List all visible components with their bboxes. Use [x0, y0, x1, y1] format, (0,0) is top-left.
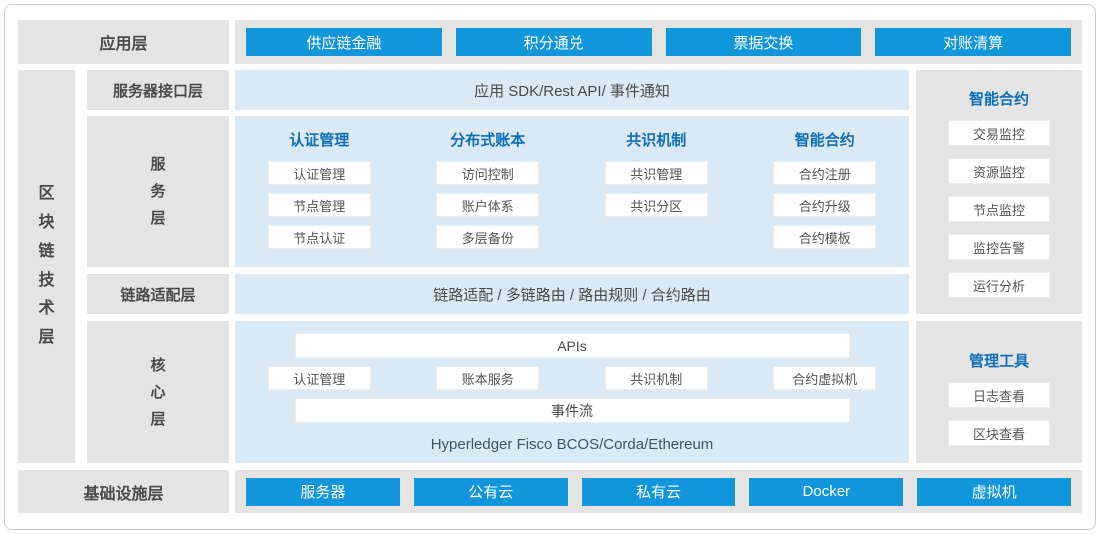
infrastructure-layer-label: 基础设施层 — [18, 470, 229, 513]
blockchain-tech-layer: 区块链技术层 服务器接口层 服务层 链路适配层 核心层 应用 SDK/Rest … — [18, 70, 1082, 463]
core-layer-panel: APIs 认证管理 账本服务 共识机制 合约虚拟机 事件流 Hyperledge… — [235, 321, 909, 463]
panel-item: 节点监控 — [948, 196, 1050, 222]
app-item-reconciliation-clearing: 对账清算 — [875, 28, 1071, 56]
service-item: 节点管理 — [268, 193, 371, 217]
app-item-points-exchange: 积分通兑 — [456, 28, 652, 56]
link-layer-label: 链路适配层 — [87, 274, 229, 314]
infra-item-docker: Docker — [749, 478, 903, 506]
diagram-frame: 应用层 供应链金融 积分通兑 票据交换 对账清算 区块链技术层 服务器接口层 服… — [4, 4, 1096, 530]
panel-item: 交易监控 — [948, 120, 1050, 146]
service-item: 共识管理 — [605, 161, 708, 185]
infra-item-server: 服务器 — [246, 478, 400, 506]
panel-item: 区块查看 — [948, 420, 1050, 446]
service-item: 节点认证 — [268, 225, 371, 249]
management-tools-panel: 管理工具 日志查看 区块查看 — [916, 321, 1082, 463]
smart-contract-panel: 智能合约 交易监控 资源监控 节点监控 监控告警 运行分析 — [916, 70, 1082, 314]
panel-item: 日志查看 — [948, 382, 1050, 408]
infra-item-private-cloud: 私有云 — [582, 478, 736, 506]
core-layer-label: 核心层 — [87, 321, 229, 463]
application-layer-label: 应用层 — [18, 20, 229, 64]
interface-layer-bar: 应用 SDK/Rest API/ 事件通知 — [235, 70, 909, 110]
application-layer-row: 应用层 供应链金融 积分通兑 票据交换 对账清算 — [18, 20, 1082, 64]
core-module: 认证管理 — [268, 366, 371, 390]
service-layer-label: 服务层 — [87, 116, 229, 267]
application-layer-strip: 供应链金融 积分通兑 票据交换 对账清算 — [235, 20, 1082, 64]
core-modules-row: 认证管理 账本服务 共识机制 合约虚拟机 — [235, 366, 909, 390]
core-platforms-text: Hyperledger Fisco BCOS/Corda/Ethereum — [431, 436, 714, 453]
service-item: 合约升级 — [773, 193, 876, 217]
service-item: 合约模板 — [773, 225, 876, 249]
service-item: 账户体系 — [436, 193, 539, 217]
service-item: 共识分区 — [605, 193, 708, 217]
infra-item-vm: 虚拟机 — [917, 478, 1071, 506]
service-column-auth: 认证管理 认证管理 节点管理 节点认证 — [235, 129, 404, 267]
infrastructure-layer-row: 基础设施层 服务器 公有云 私有云 Docker 虚拟机 — [18, 470, 1082, 513]
service-layer-panel: 认证管理 认证管理 节点管理 节点认证 分布式账本 访问控制 账户体系 多层备份… — [235, 116, 909, 267]
service-item: 多层备份 — [436, 225, 539, 249]
service-column-smart-contract: 智能合约 合约注册 合约升级 合约模板 — [741, 129, 910, 267]
infra-item-public-cloud: 公有云 — [414, 478, 568, 506]
core-module: 账本服务 — [436, 366, 539, 390]
panel-item: 运行分析 — [948, 272, 1050, 298]
sublayer-label-column: 服务器接口层 服务层 链路适配层 核心层 — [87, 70, 229, 463]
service-column-consensus: 共识机制 共识管理 共识分区 — [572, 129, 741, 267]
service-item: 合约注册 — [773, 161, 876, 185]
core-event-stream-bar: 事件流 — [295, 398, 850, 423]
blockchain-tech-layer-label: 区块链技术层 — [18, 70, 75, 463]
app-item-supply-chain-finance: 供应链金融 — [246, 28, 442, 56]
service-item: 认证管理 — [268, 161, 371, 185]
core-module: 共识机制 — [605, 366, 708, 390]
panel-item: 资源监控 — [948, 158, 1050, 184]
service-item: 访问控制 — [436, 161, 539, 185]
right-panel-column: 智能合约 交易监控 资源监控 节点监控 监控告警 运行分析 管理工具 日志查看 … — [916, 70, 1082, 463]
tech-layer-content-column: 应用 SDK/Rest API/ 事件通知 认证管理 认证管理 节点管理 节点认… — [235, 70, 909, 463]
panel-item: 监控告警 — [948, 234, 1050, 260]
service-column-ledger: 分布式账本 访问控制 账户体系 多层备份 — [404, 129, 573, 267]
app-item-bill-exchange: 票据交换 — [666, 28, 862, 56]
blockchain-architecture-diagram: 应用层 供应链金融 积分通兑 票据交换 对账清算 区块链技术层 服务器接口层 服… — [0, 0, 1100, 534]
core-module: 合约虚拟机 — [773, 366, 876, 390]
interface-layer-label: 服务器接口层 — [87, 70, 229, 110]
core-apis-bar: APIs — [295, 333, 850, 358]
infrastructure-layer-strip: 服务器 公有云 私有云 Docker 虚拟机 — [235, 470, 1082, 513]
link-layer-bar: 链路适配 / 多链路由 / 路由规则 / 合约路由 — [235, 274, 909, 314]
